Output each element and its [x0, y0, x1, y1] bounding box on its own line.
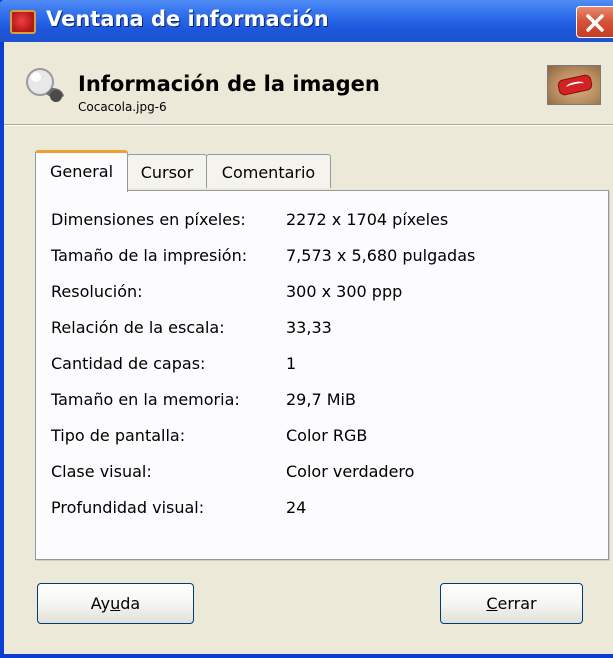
info-label: Clase visual: [51, 462, 152, 481]
image-filename: Cocacola.jpg-6 [78, 100, 167, 114]
help-button-label-end: da [120, 594, 141, 613]
help-button-mnemonic: u [110, 594, 121, 613]
close-button-label-end: errar [497, 594, 537, 613]
info-label: Dimensiones en píxeles: [51, 210, 246, 229]
info-label: Tamaño en la memoria: [51, 390, 240, 409]
dialog-header: Información de la imagen Cocacola.jpg-6 [4, 42, 613, 123]
general-panel: Dimensiones en píxeles: 2272 x 1704 píxe… [35, 190, 609, 560]
title-bar[interactable]: Ventana de información [0, 0, 613, 42]
close-button[interactable]: Cerrar [440, 583, 583, 624]
info-value: 24 [286, 498, 307, 517]
tab-comentario-label: Comentario [221, 163, 316, 182]
info-value: Color verdadero [286, 462, 415, 481]
image-thumbnail [547, 65, 601, 105]
info-value: 2272 x 1704 píxeles [286, 210, 449, 229]
header-title: Información de la imagen [78, 72, 380, 96]
help-button-label-start: Ay [90, 594, 111, 613]
info-value: 33,33 [286, 318, 332, 337]
info-label: Profundidad visual: [51, 498, 205, 517]
close-icon [586, 14, 604, 32]
header-divider-highlight [4, 125, 613, 126]
info-label: Cantidad de capas: [51, 354, 206, 373]
tab-general-label: General [49, 162, 114, 181]
info-value: 300 x 300 ppp [286, 282, 403, 301]
info-window: Ventana de información Información de la… [0, 0, 613, 658]
app-icon [10, 10, 36, 34]
info-label: Resolución: [51, 282, 143, 301]
info-label: Tipo de pantalla: [51, 426, 186, 445]
info-value: Color RGB [286, 426, 368, 445]
window-title: Ventana de información [46, 7, 329, 31]
dialog-body: Información de la imagen Cocacola.jpg-6 … [4, 42, 613, 654]
close-button-mnemonic: C [486, 594, 498, 613]
help-button[interactable]: Ayuda [37, 583, 194, 624]
info-value: 1 [286, 354, 297, 373]
magnifier-info-icon [26, 68, 64, 102]
tab-cursor-label: Cursor [140, 163, 194, 182]
tab-general[interactable]: General [35, 150, 128, 192]
info-value: 29,7 MiB [286, 390, 356, 409]
tab-cursor[interactable]: Cursor [127, 154, 207, 188]
thumbnail-content [556, 73, 594, 97]
info-label: Relación de la escala: [51, 318, 225, 337]
tab-comentario[interactable]: Comentario [206, 154, 331, 188]
close-window-button[interactable] [576, 6, 613, 38]
info-label: Tamaño de la impresión: [51, 246, 248, 265]
info-value: 7,573 x 5,680 pulgadas [286, 246, 476, 265]
